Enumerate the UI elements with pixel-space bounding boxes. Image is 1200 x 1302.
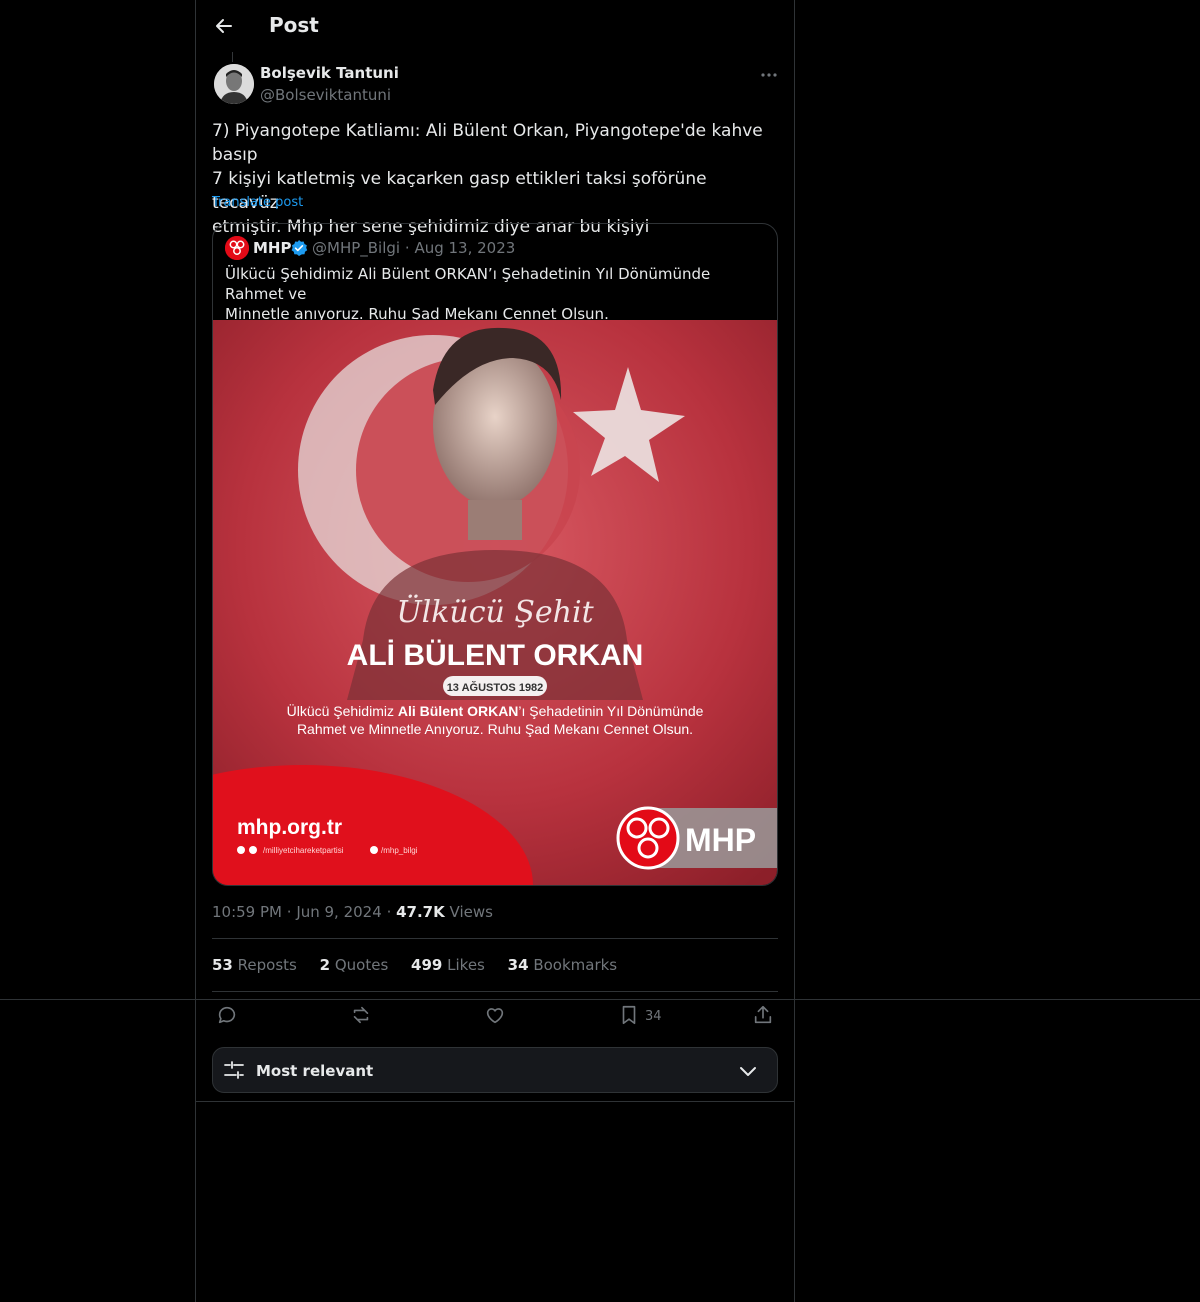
quoted-post[interactable]: MHP @MHP_Bilgi · Aug 13, 2023 Ülkücü Şeh… (212, 223, 778, 886)
quote-avatar[interactable] (225, 236, 249, 260)
chevron-down-icon (740, 1067, 756, 1076)
main-column: Post Bolşevik Tantuni @Bolseviktantuni 7… (195, 0, 795, 1302)
quote-author-name[interactable]: MHP (253, 239, 291, 257)
post-date[interactable]: Jun 9, 2024 (296, 903, 381, 921)
bookmarks-stat[interactable]: 34 Bookmarks (508, 956, 617, 974)
more-icon (761, 73, 777, 77)
translate-post-link[interactable]: Translate post (212, 195, 303, 210)
poster-logo-text: MHP (685, 822, 756, 858)
reply-button[interactable] (216, 1004, 238, 1028)
divider (212, 991, 778, 992)
back-button[interactable] (212, 14, 236, 38)
poster-date-badge: 13 AĞUSTOS 1982 (447, 681, 544, 694)
poster-caption-line1: Ülkücü Şehidimiz Ali Bülent ORKAN’ı Şeha… (287, 702, 704, 719)
filter-icon (224, 1061, 244, 1079)
repost-button[interactable] (350, 1004, 372, 1028)
page-title: Post (269, 13, 319, 37)
bookmark-count: 34 (645, 1009, 662, 1024)
views-label: Views (449, 903, 493, 921)
engagement-stats: 53 Reposts 2 Quotes 499 Likes 34 Bookmar… (212, 956, 635, 974)
poster-name-title: ALİ BÜLENT ORKAN (347, 639, 644, 672)
mhp-logo-icon (225, 236, 249, 260)
poster-script-title: Ülkücü Şehit (396, 594, 594, 630)
avatar-photo (214, 64, 254, 104)
like-button[interactable] (484, 1004, 506, 1028)
quotes-stat[interactable]: 2 Quotes (320, 956, 389, 974)
quote-image[interactable]: Ülkücü Şehit ALİ BÜLENT ORKAN 13 AĞUSTOS… (213, 320, 777, 885)
poster-website: mhp.org.tr (237, 816, 342, 839)
share-button[interactable] (752, 1004, 774, 1028)
author-name[interactable]: Bolşevik Tantuni (260, 64, 399, 82)
author-handle[interactable]: @Bolseviktantuni (260, 86, 391, 104)
horizontal-divider (0, 999, 1200, 1000)
poster-caption-line2: Rahmet ve Minnetle Anıyoruz. Ruhu Şad Me… (297, 721, 693, 737)
poster-social2: /mhp_bilgi (381, 846, 418, 855)
quote-meta: @MHP_Bilgi · Aug 13, 2023 (312, 239, 516, 257)
divider (196, 1101, 794, 1102)
sort-label: Most relevant (256, 1062, 374, 1080)
poster-social1: /milliyetcihareketpartisi (263, 846, 344, 855)
verified-icon (291, 240, 308, 256)
quote-date[interactable]: Aug 13, 2023 (414, 239, 515, 257)
divider (212, 938, 778, 939)
author-avatar[interactable] (214, 64, 254, 104)
post-time[interactable]: 10:59 PM (212, 903, 282, 921)
quote-text: Ülkücü Şehidimiz Ali Bülent ORKAN’ı Şeha… (225, 265, 711, 323)
post-meta: 10:59 PM · Jun 9, 2024 · 47.7K Views (212, 903, 493, 921)
back-arrow-icon (216, 19, 232, 33)
thread-line (232, 52, 233, 62)
page-header: Post (196, 0, 794, 53)
reply-icon (218, 1006, 236, 1024)
more-button[interactable] (758, 64, 780, 86)
sort-replies-dropdown[interactable]: Most relevant (212, 1047, 778, 1093)
likes-stat[interactable]: 499 Likes (411, 956, 485, 974)
bookmark-icon (622, 1005, 636, 1025)
repost-icon (353, 1006, 369, 1024)
reposts-stat[interactable]: 53 Reposts (212, 956, 297, 974)
verified-badge (290, 239, 308, 257)
quote-handle[interactable]: @MHP_Bilgi (312, 239, 400, 257)
share-icon (754, 1005, 772, 1024)
memorial-poster: Ülkücü Şehit ALİ BÜLENT ORKAN 13 AĞUSTOS… (213, 320, 777, 885)
post-text: 7) Piyangotepe Katliamı: Ali Bülent Orka… (212, 121, 763, 237)
bookmark-button[interactable] (618, 1004, 640, 1028)
views-count: 47.7K (396, 903, 445, 921)
like-icon (486, 1008, 504, 1024)
